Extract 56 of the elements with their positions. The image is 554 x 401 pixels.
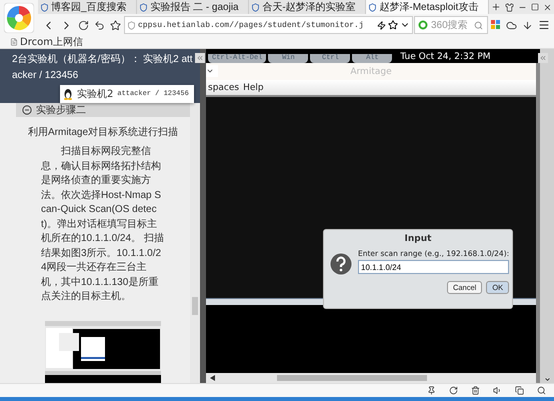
undo-icon[interactable] [94, 20, 105, 30]
copy-icon[interactable] [515, 386, 524, 395]
collapse-icon [22, 105, 32, 115]
cloud-icon[interactable] [506, 20, 517, 30]
search-field[interactable]: 360搜索 [431, 20, 471, 30]
refresh-icon[interactable] [449, 386, 458, 395]
browser-tab[interactable]: 赵梦泽-Metasploit攻击 [366, 0, 489, 14]
dialog-title: Input [404, 232, 432, 246]
browser-tab[interactable]: 博客园_百度搜索 [38, 0, 138, 14]
new-tab-icon[interactable] [490, 2, 501, 12]
ring-icon [418, 20, 428, 30]
pin-icon[interactable] [427, 386, 436, 395]
shield-icon [139, 2, 148, 12]
browser-logo-icon[interactable] [4, 3, 34, 33]
scrollbar[interactable] [540, 49, 554, 383]
shield-icon [40, 2, 49, 12]
shield-icon [127, 20, 136, 30]
reload-icon[interactable] [78, 20, 89, 30]
search-bar[interactable]: 360搜索 [414, 16, 488, 34]
trash-icon[interactable] [471, 386, 480, 395]
penguin-icon [63, 88, 73, 100]
search-icon [474, 20, 483, 30]
shield-icon [251, 2, 260, 12]
section-header[interactable]: 实验步骤二 [16, 103, 190, 117]
maximize-icon[interactable] [530, 3, 539, 11]
download-icon[interactable] [522, 20, 533, 30]
scroll-thumb[interactable] [277, 375, 427, 381]
window-title: Armitage [350, 66, 392, 76]
menu-icon[interactable] [538, 19, 550, 31]
scrollbar[interactable] [190, 103, 200, 383]
menu-item[interactable]: Help [243, 82, 264, 92]
menu-item[interactable]: spaces [208, 82, 240, 92]
page-icon [10, 38, 18, 46]
lightning-icon [377, 20, 386, 30]
apps-icon[interactable] [489, 20, 503, 30]
dropdown[interactable] [206, 65, 218, 77]
browser-tab[interactable]: 实验报告 二 - gaojia [137, 0, 250, 14]
address-field[interactable]: cppsu.hetianlab.com//pages/student/stumonitor.j [124, 16, 413, 34]
search-icon[interactable] [537, 386, 546, 395]
scan-range-field[interactable]: 10.1.1.0/24 [358, 260, 510, 274]
sound-icon[interactable] [493, 386, 502, 395]
step-heading: 利用Armitage对目标系统进行扫描 [28, 126, 178, 139]
question-icon [330, 253, 352, 275]
bookmark-link[interactable]: Drcom上网信 [10, 35, 83, 49]
close-icon[interactable] [542, 2, 552, 12]
browser-tab[interactable]: 合天-赵梦泽的实验室 [249, 0, 366, 14]
star-icon [388, 20, 398, 30]
chevron-down-icon [206, 67, 214, 75]
horizontal-scrollbar[interactable] [206, 373, 536, 383]
clock: Tue Oct 24, 2:32 PM [400, 52, 491, 63]
scroll-left-icon[interactable] [210, 375, 215, 381]
scroll-down-icon [544, 376, 550, 383]
shield-icon [368, 2, 378, 12]
bookmark-star-icon[interactable] [110, 20, 121, 30]
skin-icon[interactable] [504, 2, 514, 12]
step-paragraph: 扫描目标网段完整信息，确认目标网络拓扑结构是网络侦查的重要实施方法。依次选择Host-Nmap Scan-Quick Scan(OS detect)。弹出对话框填写目标主机所在的10.1.1.0/24。 扫描结果如图3所示。10.1.1.0/24网段一共还存在三台主机，其中10.1.1.130是所重点关注的目标主机。 [41, 145, 165, 304]
